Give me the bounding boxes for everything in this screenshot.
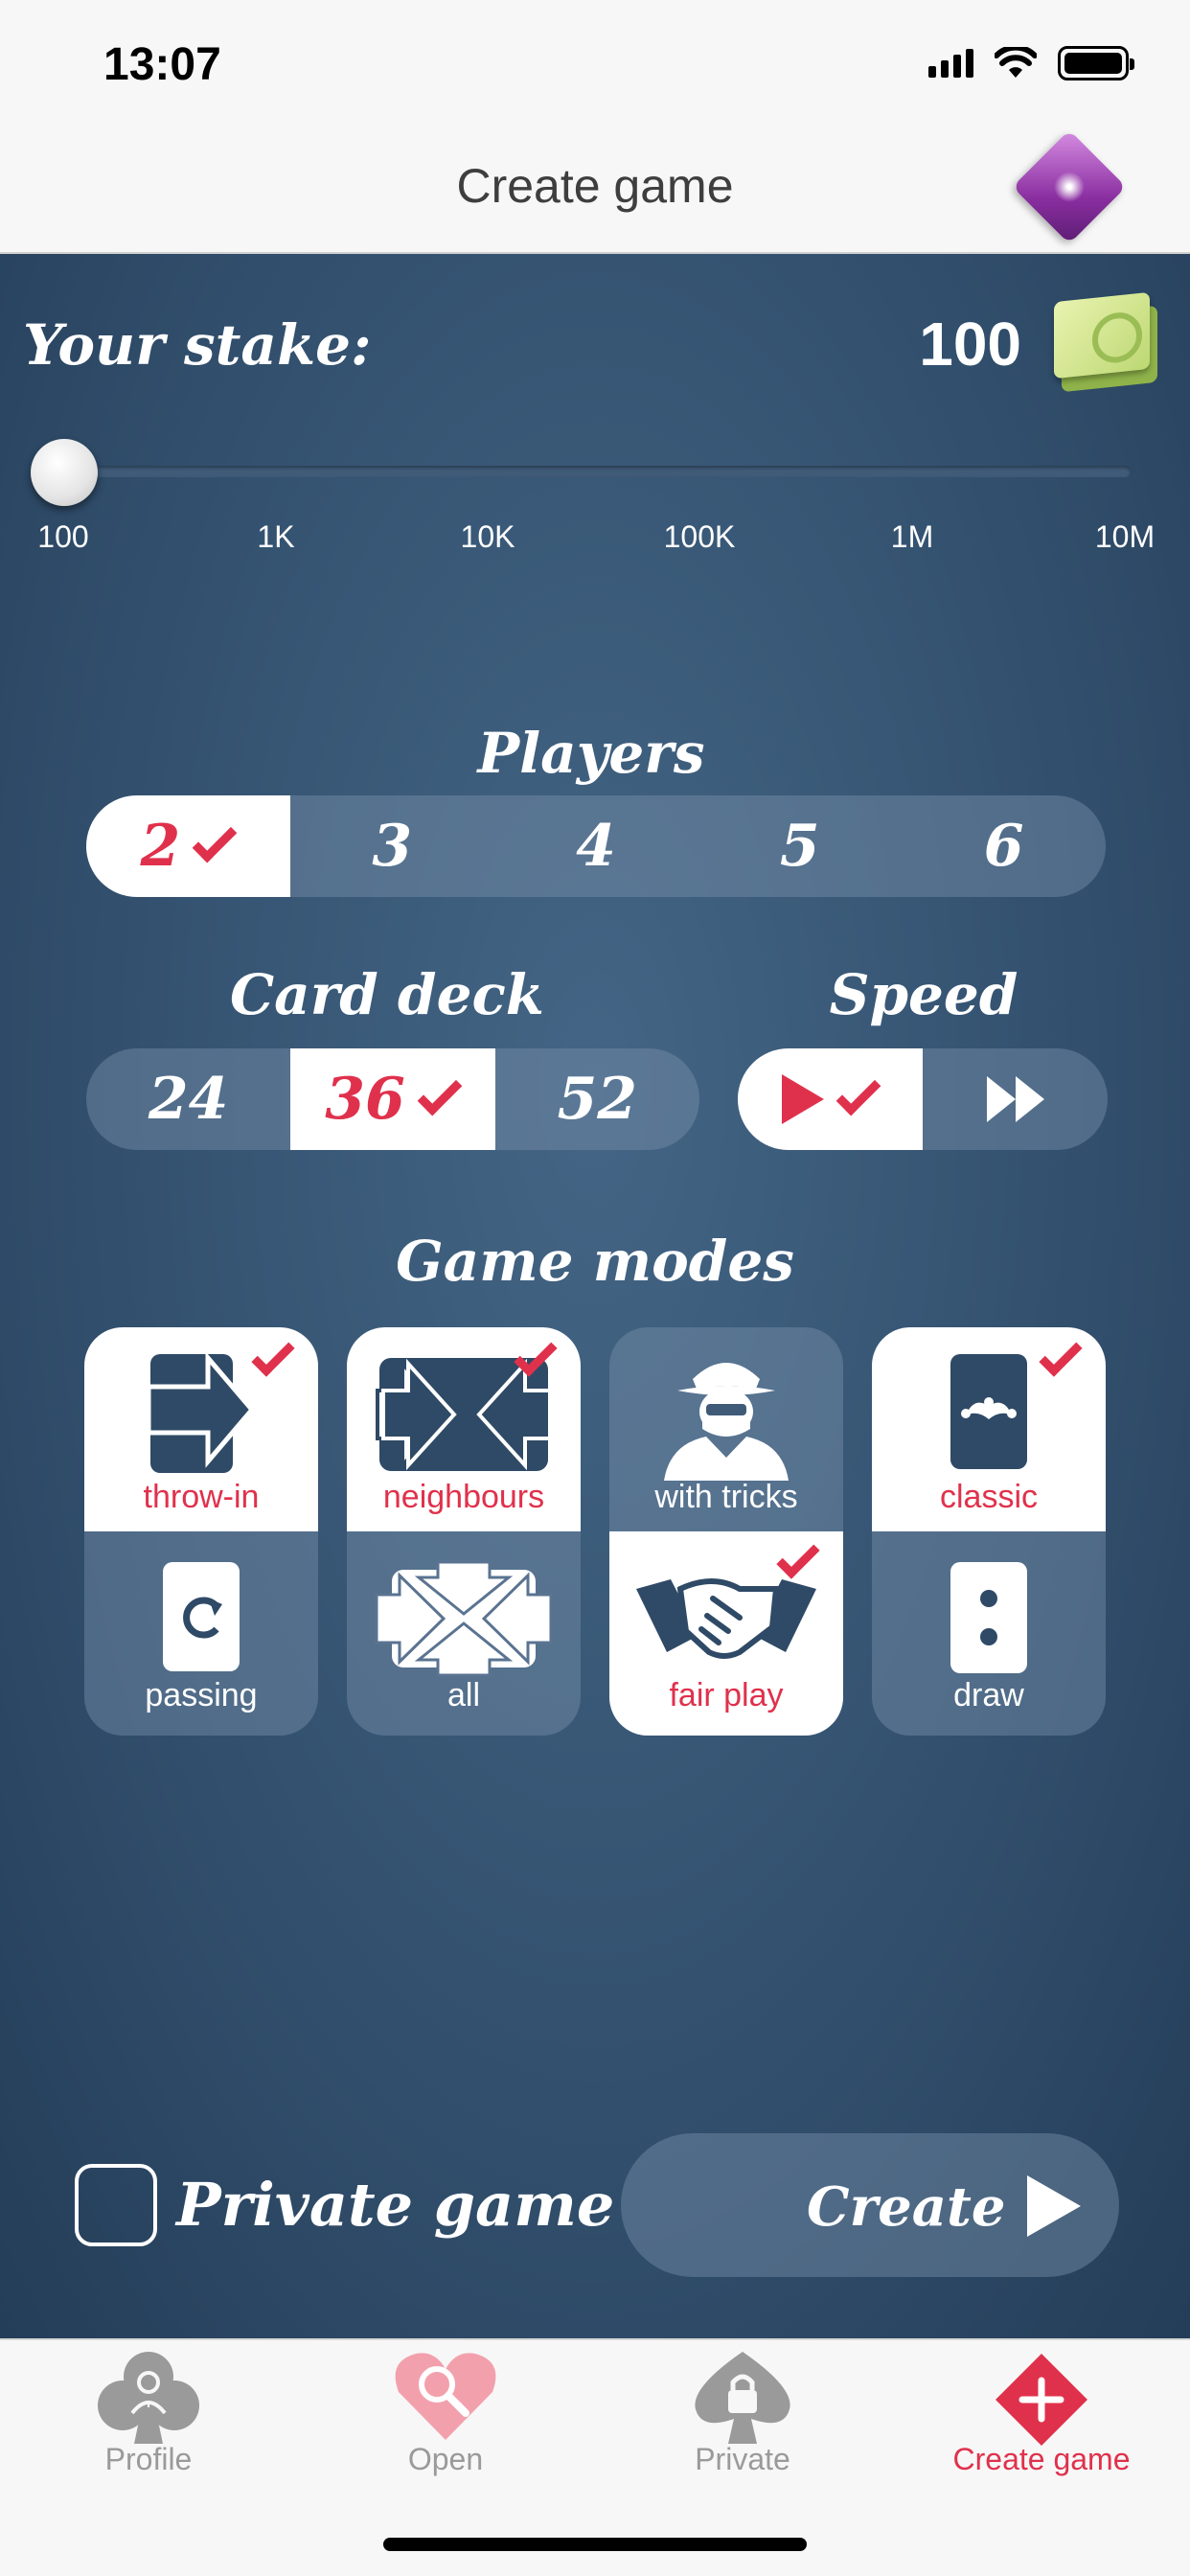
tab-open[interactable]: Open	[297, 2340, 594, 2484]
stake-tick: 1K	[257, 519, 295, 554]
players-option-3[interactable]: 3	[290, 795, 494, 897]
speed-selector	[738, 1048, 1108, 1150]
card-deck-title: Card deck	[229, 962, 545, 1027]
mode-label: neighbours	[382, 1479, 545, 1515]
stake-slider-thumb[interactable]	[31, 439, 98, 506]
deck-option-52[interactable]: 52	[495, 1048, 699, 1150]
tab-label: Open	[407, 2442, 484, 2476]
game-modes-title: Game modes	[396, 1229, 794, 1294]
mode-label: all	[446, 1677, 481, 1714]
mode-column-1: throw-in passing	[84, 1327, 318, 1736]
tab-label: Create game	[952, 2442, 1131, 2476]
card-deck-selector: 24 36 52	[86, 1048, 699, 1150]
status-time: 13:07	[103, 39, 221, 90]
mode-column-3: with tricks fair play	[609, 1327, 843, 1736]
private-game-label[interactable]: Private game	[176, 2170, 614, 2240]
status-bar: 13:07	[0, 0, 1190, 129]
mode-label: with tricks	[654, 1479, 798, 1515]
mode-with-tricks[interactable]: with tricks	[609, 1327, 843, 1531]
speed-title: Speed	[829, 962, 1018, 1027]
mode-draw[interactable]: draw	[872, 1531, 1106, 1736]
players-option-4[interactable]: 4	[494, 795, 698, 897]
tab-label: Private	[695, 2442, 790, 2476]
nav-bar: Create game	[0, 129, 1190, 254]
play-arrow-icon	[1027, 2175, 1081, 2237]
spade-lock-icon	[695, 2352, 790, 2444]
check-icon	[192, 817, 238, 863]
mode-throw-in[interactable]: throw-in	[84, 1327, 318, 1531]
players-option-5[interactable]: 5	[698, 795, 902, 897]
heart-search-icon	[395, 2353, 496, 2440]
jester-card-icon	[950, 1354, 1027, 1469]
private-game-checkbox[interactable]	[75, 2164, 157, 2246]
arrows-all-icon	[375, 1560, 553, 1677]
page-title: Create game	[456, 159, 734, 213]
club-profile-icon	[98, 2352, 199, 2444]
gem-icon[interactable]	[1012, 129, 1127, 244]
stake-tick: 100K	[663, 519, 736, 554]
mode-passing[interactable]: passing	[84, 1531, 318, 1736]
tab-create-game[interactable]: Create game	[893, 2340, 1190, 2484]
wifi-icon	[995, 47, 1037, 78]
mode-label: fair play	[669, 1677, 784, 1714]
cash-icon	[1052, 288, 1159, 395]
play-icon	[781, 1074, 824, 1124]
stake-label: Your stake:	[23, 312, 372, 378]
players-option-2[interactable]: 2	[86, 795, 290, 897]
deck-option-36[interactable]: 36	[290, 1048, 495, 1150]
mode-column-2: neighbours all	[347, 1327, 581, 1736]
stake-value: 100	[919, 310, 1021, 379]
battery-icon	[1058, 46, 1134, 80]
cheater-icon	[664, 1363, 789, 1481]
stake-tick: 10M	[1094, 519, 1156, 554]
check-icon	[1039, 1333, 1083, 1377]
fast-forward-icon	[986, 1076, 1044, 1122]
tab-private[interactable]: Private	[594, 2340, 891, 2484]
players-selector: 2 3 4 5 6	[86, 795, 1106, 897]
mode-label: throw-in	[143, 1479, 260, 1515]
rotate-card-icon	[163, 1562, 240, 1671]
deck-option-24[interactable]: 24	[86, 1048, 290, 1150]
tab-label: Profile	[104, 2442, 193, 2476]
stake-tick: 100	[37, 519, 89, 554]
mode-column-4: classic draw	[872, 1327, 1106, 1736]
check-icon	[835, 1070, 881, 1116]
main-panel	[0, 254, 1190, 2338]
stake-tick: 1M	[890, 519, 934, 554]
players-option-6[interactable]: 6	[902, 795, 1106, 897]
arrow-right-icon	[149, 1352, 254, 1473]
mode-label: classic	[939, 1479, 1039, 1515]
mode-neighbours[interactable]: neighbours	[347, 1327, 581, 1531]
stake-tick: 10K	[460, 519, 515, 554]
players-title: Players	[477, 721, 705, 786]
mode-all[interactable]: all	[347, 1531, 581, 1736]
stake-slider-track[interactable]	[61, 466, 1131, 477]
mode-classic[interactable]: classic	[872, 1327, 1106, 1531]
mode-label: passing	[145, 1677, 258, 1714]
check-icon	[417, 1070, 463, 1116]
speed-option-normal[interactable]	[738, 1048, 923, 1150]
mode-label: draw	[953, 1677, 1024, 1714]
speed-option-fast[interactable]	[923, 1048, 1108, 1150]
create-button-label: Create	[807, 2175, 1006, 2239]
check-icon	[251, 1333, 295, 1377]
dots-card-icon	[950, 1562, 1027, 1673]
home-indicator[interactable]	[383, 2538, 807, 2551]
mode-fair-play[interactable]: fair play	[609, 1531, 843, 1736]
cellular-signal-icon	[928, 49, 973, 78]
tab-profile[interactable]: Profile	[0, 2340, 297, 2484]
create-button[interactable]: Create	[621, 2133, 1119, 2277]
diamond-plus-icon	[995, 2354, 1087, 2446]
